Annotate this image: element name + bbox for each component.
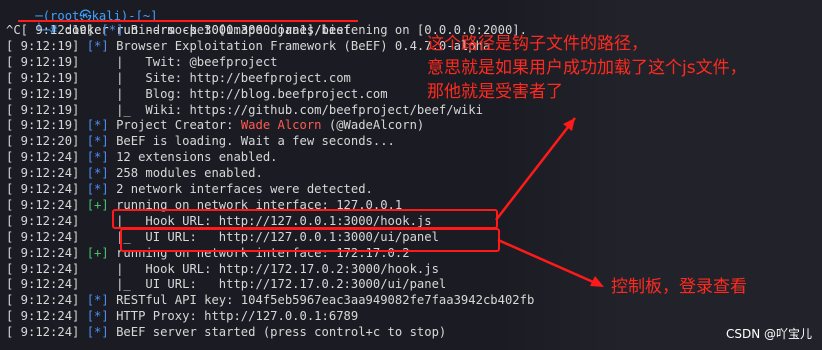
arrow-to-panel-note (497, 238, 601, 287)
arrow-to-hook-note (495, 117, 576, 221)
csdn-watermark: CSDN @吖宝儿 (725, 327, 812, 341)
annotation-arrows (495, 117, 604, 287)
